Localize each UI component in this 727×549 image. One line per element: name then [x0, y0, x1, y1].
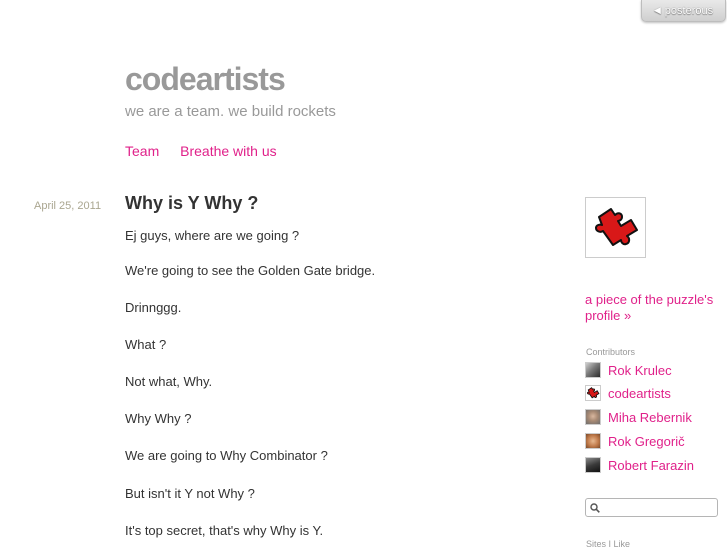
- post-title[interactable]: Why is Y Why ?: [125, 193, 258, 214]
- blog-tagline: we are a team. we build rockets: [125, 103, 336, 120]
- blog-title[interactable]: codeartists: [125, 61, 286, 98]
- sites-heading: Sites I Like: [586, 539, 631, 549]
- contributor-name: Rok Krulec: [608, 362, 672, 378]
- post-paragraph: What ?: [125, 337, 167, 352]
- post-paragraph: But isn't it Y not Why ?: [125, 486, 255, 501]
- nav-link-team[interactable]: Team: [125, 143, 159, 159]
- post-paragraph: Ej guys, where are we going ?: [125, 228, 300, 243]
- main-nav: Team Breathe with us: [125, 143, 294, 159]
- post-paragraph: Not what, Why.: [125, 374, 213, 389]
- contributor-name: Miha Rebernik: [608, 409, 692, 425]
- post-paragraph: We're going to see the Golden Gate bridg…: [125, 263, 376, 278]
- avatar: [585, 362, 601, 378]
- post-paragraph: We are going to Why Combinator ?: [125, 448, 328, 463]
- post-paragraph: It's top secret, that's why Why is Y.: [125, 523, 324, 538]
- profile-avatar[interactable]: [585, 197, 646, 258]
- contributor-name: codeartists: [608, 385, 671, 401]
- left-arrow-icon: ◀: [653, 5, 661, 15]
- post-paragraph: Why Why ?: [125, 411, 192, 426]
- puzzle-piece-icon: [586, 387, 600, 399]
- avatar: [585, 409, 601, 425]
- contributor-name: Robert Farazin: [608, 457, 694, 473]
- post-paragraph: Drinnggg.: [125, 300, 182, 315]
- contributor-item[interactable]: Rok Krulec: [585, 362, 672, 378]
- post-date[interactable]: April 25, 2011: [34, 200, 101, 212]
- nav-link-breathe-with-us[interactable]: Breathe with us: [180, 143, 277, 159]
- posterous-button[interactable]: ◀ posterous: [641, 0, 726, 22]
- search-input[interactable]: [600, 500, 713, 515]
- contributors-heading: Contributors: [586, 347, 636, 357]
- avatar: [585, 385, 601, 401]
- avatar: [585, 457, 601, 473]
- contributor-item[interactable]: Miha Rebernik: [585, 409, 692, 425]
- posterous-label: posterous: [664, 4, 714, 17]
- puzzle-piece-icon: [594, 207, 638, 246]
- contributor-name: Rok Gregorič: [608, 433, 685, 449]
- avatar: [585, 433, 601, 449]
- contributor-item[interactable]: Robert Farazin: [585, 457, 694, 473]
- profile-link[interactable]: a piece of the puzzle's profile »: [585, 292, 720, 324]
- search-field[interactable]: [585, 498, 718, 517]
- search-icon: [590, 502, 600, 513]
- contributor-item[interactable]: codeartists: [585, 385, 671, 401]
- contributor-item[interactable]: Rok Gregorič: [585, 433, 685, 449]
